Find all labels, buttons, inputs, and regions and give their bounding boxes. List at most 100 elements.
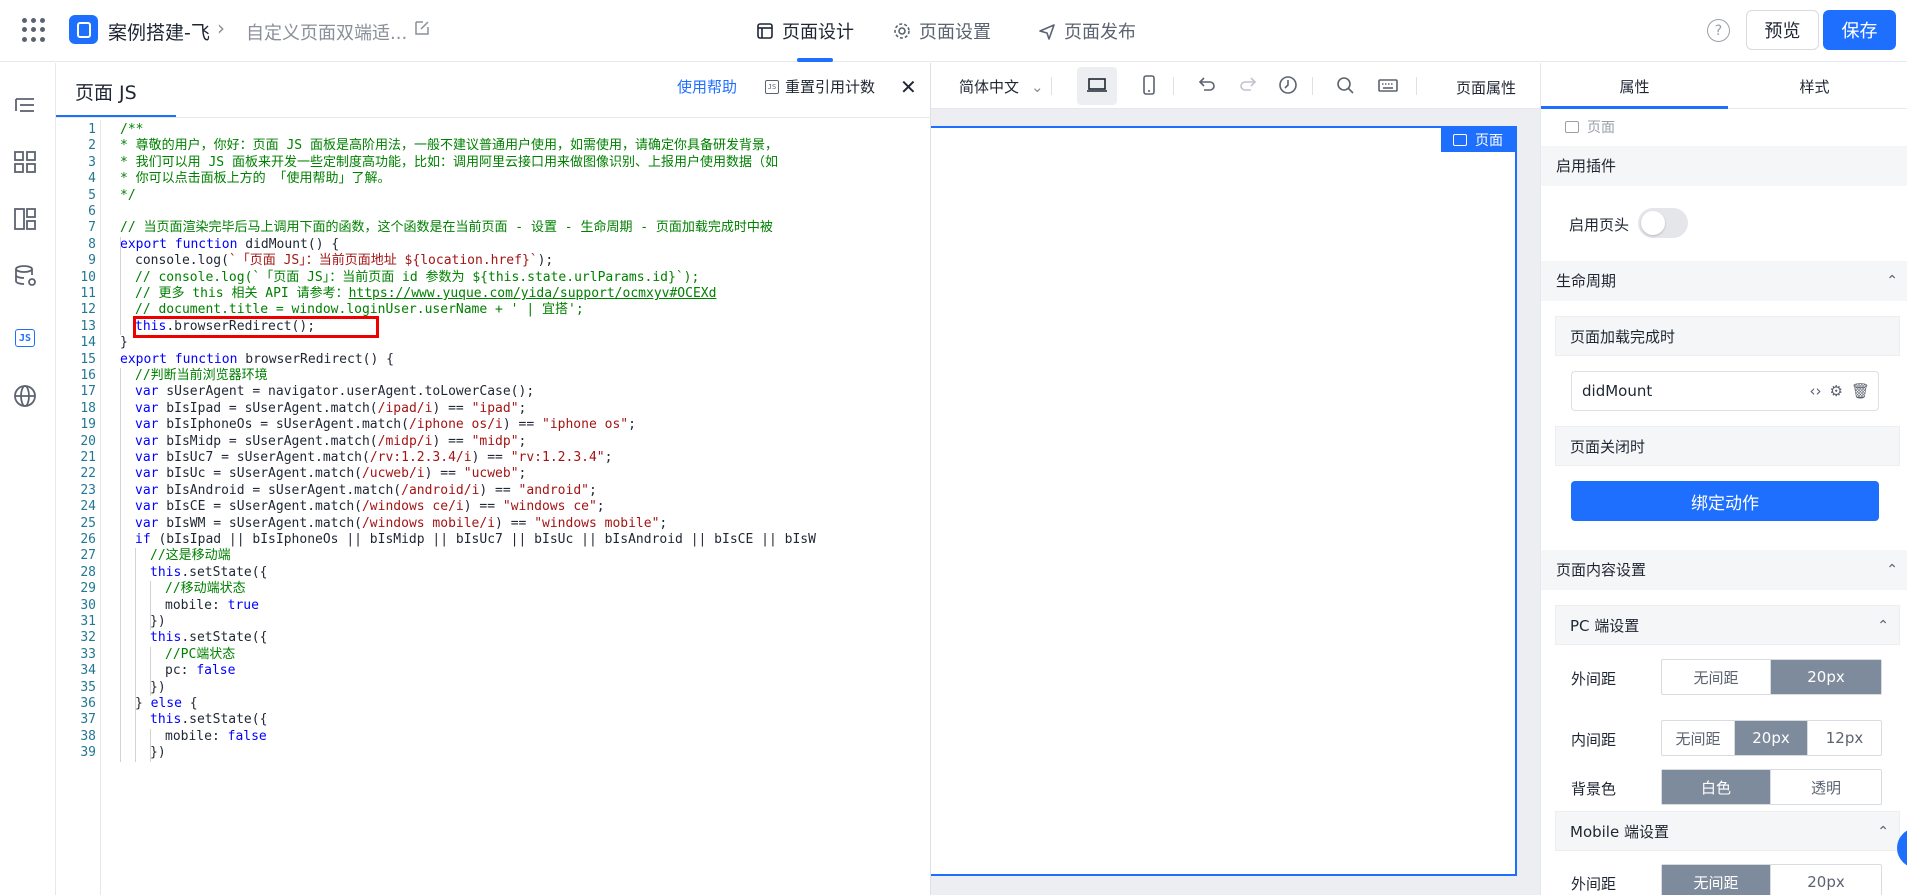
mobile-margin-option[interactable]: 无间距	[1662, 865, 1771, 895]
layout-icon[interactable]	[12, 206, 38, 232]
code-line[interactable]: 2 * 尊敬的用户，你好：页面 JS 面板是高阶用法，一般不建议普通用户使用，如需…	[56, 138, 931, 154]
code-line[interactable]: 22 var bIsUc = sUserAgent.match(/ucweb/i)…	[56, 466, 931, 482]
code-line[interactable]: 12 // document.title = window.loginUser.u…	[56, 302, 931, 318]
pc-settings-group[interactable]: PC 端设置 ⌃	[1555, 605, 1900, 645]
keyboard-icon[interactable]	[1377, 74, 1401, 98]
code-line[interactable]: 13 this.browserRedirect();	[56, 319, 931, 335]
reset-ref-count-button[interactable]: JS 重置引用计数	[765, 76, 875, 97]
code-line[interactable]: 35})	[56, 680, 931, 696]
code-line[interactable]: 33 //PC端状态	[56, 647, 931, 663]
code-line[interactable]: 14}	[56, 335, 931, 351]
bind-action-button[interactable]: 绑定动作	[1571, 481, 1879, 521]
save-button[interactable]: 保存	[1823, 10, 1896, 50]
components-icon[interactable]	[12, 149, 38, 175]
code-line[interactable]: 10 // console.log(`「页面 JS」：当前页面 id 参数为 ${…	[56, 270, 931, 286]
bg-color-option[interactable]: 透明	[1771, 770, 1881, 804]
code-line[interactable]: 29 //移动端状态	[56, 581, 931, 597]
code-line[interactable]: 36} else {	[56, 696, 931, 712]
pc-margin-option[interactable]: 无间距	[1662, 660, 1771, 694]
pc-padding-option[interactable]: 12px	[1808, 721, 1881, 755]
code-line[interactable]: 37 this.setState({	[56, 712, 931, 728]
tab-page-publish[interactable]: 页面发布	[1038, 18, 1136, 44]
tab-page-settings-label: 页面设置	[919, 22, 991, 43]
gear-icon[interactable]: ⚙	[1830, 372, 1843, 410]
line-number: 9	[88, 253, 96, 269]
code-line[interactable]: 38 mobile: false	[56, 729, 931, 745]
trash-icon[interactable]: 🗑	[1851, 372, 1870, 410]
redo-icon[interactable]	[1238, 74, 1262, 98]
edit-icon[interactable]	[413, 19, 431, 37]
section-content-settings[interactable]: 页面内容设置 ⌃	[1541, 550, 1907, 590]
mobile-settings-group[interactable]: Mobile 端设置 ⌃	[1555, 811, 1900, 851]
tab-page-publish-label: 页面发布	[1064, 22, 1136, 43]
app-name[interactable]: 案例搭建-飞	[108, 18, 210, 45]
code-line[interactable]: 18 var bIsIpad = sUserAgent.match(/ipad/i…	[56, 401, 931, 417]
code-line[interactable]: 19 var bIsIphoneOs = sUserAgent.match(/ip…	[56, 417, 931, 433]
globe-icon[interactable]	[12, 383, 38, 409]
app-grid-icon[interactable]	[22, 18, 46, 42]
code-line[interactable]: 30 mobile: true	[56, 598, 931, 614]
code-line[interactable]: 23 var bIsAndroid = sUserAgent.match(/and…	[56, 483, 931, 499]
mobile-margin-option[interactable]: 20px	[1771, 865, 1881, 895]
code-line[interactable]: 4 * 你可以点击面板上方的 「使用帮助」了解。	[56, 171, 931, 187]
code-line[interactable]: 16 //判断当前浏览器环境	[56, 368, 931, 384]
code-line[interactable]: 27 //这是移动端	[56, 548, 931, 564]
help-icon[interactable]: ?	[1707, 19, 1730, 42]
code-line[interactable]: 17 var sUserAgent = navigator.userAgent.t…	[56, 384, 931, 400]
search-icon[interactable]	[1334, 74, 1358, 98]
code-line[interactable]: 5 */	[56, 188, 931, 204]
code-line[interactable]: 31})	[56, 614, 931, 630]
code-line[interactable]: 1 /**	[56, 122, 931, 138]
pc-view-icon[interactable]	[1086, 74, 1110, 98]
page-badge[interactable]: 页面	[1441, 128, 1515, 152]
toolbar-divider	[1416, 77, 1417, 95]
tab-properties[interactable]: 属性	[1541, 76, 1728, 97]
code-editor[interactable]: 1 /** 2 * 尊敬的用户，你好：页面 JS 面板是高阶用法，一般不建议普通用户使…	[56, 120, 931, 895]
code-line[interactable]: 7 // 当页面渲染完毕后马上调用下面的函数，这个函数是在当前页面 - 设置 - …	[56, 220, 931, 236]
code-line[interactable]: 32 this.setState({	[56, 630, 931, 646]
page-name[interactable]: 自定义页面双端适...	[246, 19, 407, 45]
code-line[interactable]: 26 if (bIsIpad || bIsIphoneOs || bIsMidp …	[56, 532, 931, 548]
app-logo	[69, 15, 98, 44]
code-line[interactable]: 28 this.setState({	[56, 565, 931, 581]
code-icon[interactable]: ‹›	[1810, 372, 1822, 410]
active-tab-indicator	[797, 58, 833, 62]
code-line[interactable]: 34 pc: false	[56, 663, 931, 679]
code-line[interactable]: 11 // 更多 this 相关 API 请参考：https://www.yuqu…	[56, 286, 931, 302]
tab-page-design[interactable]: 页面设计	[756, 18, 854, 44]
close-icon[interactable]: ✕	[900, 75, 917, 99]
undo-icon[interactable]	[1195, 74, 1219, 98]
section-lifecycle[interactable]: 生命周期 ⌃	[1541, 261, 1907, 301]
code-text: }	[120, 335, 128, 351]
code-line[interactable]: 8 export function didMount() {	[56, 237, 931, 253]
line-number: 11	[80, 286, 96, 301]
canvas-page-frame[interactable]: 页面	[931, 126, 1517, 876]
header-toggle[interactable]	[1638, 208, 1688, 238]
preview-button[interactable]: 预览	[1746, 10, 1819, 50]
on-load-function-field[interactable]: didMount ‹› ⚙ 🗑	[1571, 371, 1879, 411]
code-line[interactable]: 15 export function browserRedirect() {	[56, 352, 931, 368]
history-icon[interactable]	[1277, 74, 1301, 98]
language-select[interactable]: 简体中文 ⌄	[959, 76, 1044, 97]
bg-color-option[interactable]: 白色	[1662, 770, 1771, 804]
code-line[interactable]: 21 var bIsUc7 = sUserAgent.match(/rv:1.2.…	[56, 450, 931, 466]
line-number: 30	[80, 597, 96, 613]
code-line[interactable]: 25 var bIsWM = sUserAgent.match(/windows …	[56, 516, 931, 532]
code-line[interactable]: 9 console.log(`「页面 JS」：当前页面地址 ${location.…	[56, 253, 931, 269]
code-line[interactable]: 24 var bIsCE = sUserAgent.match(/windows …	[56, 499, 931, 515]
code-line[interactable]: 20 var bIsMidp = sUserAgent.match(/midp/i…	[56, 434, 931, 450]
pc-padding-option[interactable]: 无间距	[1662, 721, 1735, 755]
data-source-icon[interactable]	[12, 263, 38, 289]
help-link[interactable]: 使用帮助	[677, 76, 737, 97]
tab-page-settings[interactable]: 页面设置	[893, 18, 991, 44]
pc-padding-option[interactable]: 20px	[1735, 721, 1808, 755]
code-line[interactable]: 6	[56, 204, 931, 220]
page-properties-button[interactable]: 页面属性	[1456, 77, 1516, 98]
outline-icon[interactable]	[12, 93, 38, 119]
tab-styles[interactable]: 样式	[1721, 76, 1907, 97]
code-line[interactable]: 39})	[56, 745, 931, 761]
pc-margin-option[interactable]: 20px	[1771, 660, 1881, 694]
code-line[interactable]: 3 * 我们可以用 JS 面板来开发一些定制度高功能，比如：调用阿里云接口用来做图…	[56, 155, 931, 171]
js-icon[interactable]: JS	[15, 329, 35, 347]
mobile-view-icon[interactable]	[1138, 74, 1162, 98]
